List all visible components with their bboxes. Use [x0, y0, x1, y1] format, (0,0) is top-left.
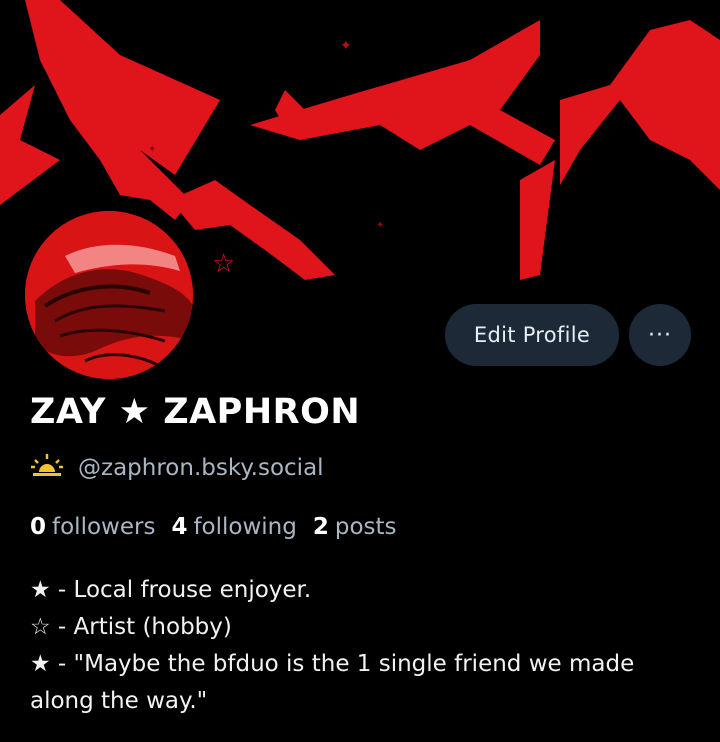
handle[interactable]: @zaphron.bsky.social	[78, 455, 324, 481]
profile-stats: 0 followers 4 following 2 posts	[30, 514, 397, 540]
edit-profile-button[interactable]: Edit Profile	[445, 304, 619, 366]
profile-actions: Edit Profile ···	[445, 304, 691, 366]
svg-text:☆: ☆	[212, 249, 235, 279]
sunrise-icon	[30, 452, 64, 484]
more-options-button[interactable]: ···	[629, 304, 691, 366]
svg-text:✦: ✦	[376, 220, 384, 231]
handle-row: @zaphron.bsky.social	[30, 452, 324, 484]
posts-stat: 2 posts	[312, 514, 397, 540]
avatar[interactable]	[22, 208, 196, 382]
profile-bio: ★ - Local frouse enjoyer. ☆ - Artist (ho…	[30, 572, 690, 720]
display-name: ZAY ★ ZAPHRON	[30, 392, 361, 432]
bio-line: ★ - Local frouse enjoyer.	[30, 577, 312, 603]
bio-line: ★ - "Maybe the bfduo is the 1 single fri…	[30, 651, 635, 714]
svg-text:✦: ✦	[340, 38, 352, 54]
svg-text:✦: ✦	[148, 144, 156, 155]
bio-line: ☆ - Artist (hobby)	[30, 614, 232, 640]
following-stat[interactable]: 4 following	[171, 514, 296, 540]
avatar-artwork	[25, 211, 193, 379]
followers-stat[interactable]: 0 followers	[30, 514, 155, 540]
